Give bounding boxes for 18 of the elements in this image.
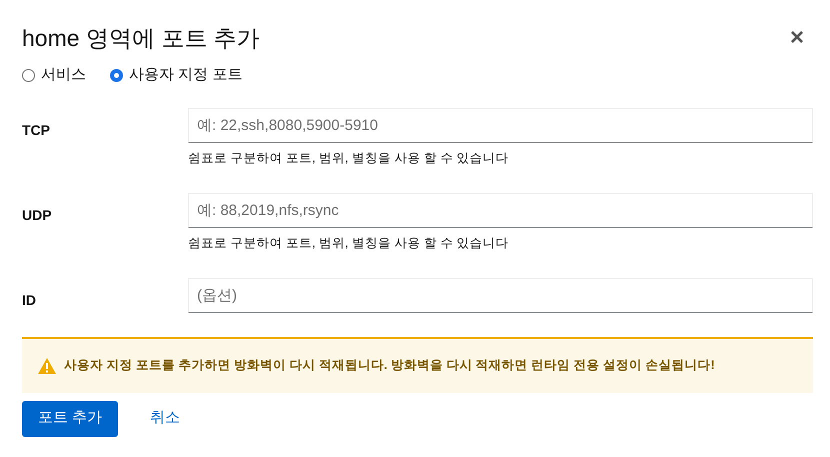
cancel-link[interactable]: 취소 xyxy=(134,400,196,436)
field-label: TCP xyxy=(22,120,51,140)
radio-label: 사용자 지정 포트 xyxy=(129,65,242,85)
dialog-title: home 영역에 포트 추가 xyxy=(22,24,260,53)
warning-text: 사용자 지정 포트를 추가하면 방화벽이 다시 적재됩니다. 방화벽을 다시 적재하면 런타임 전용 설정이 손실됩니다! xyxy=(64,357,715,374)
help-text: 쉼표로 구분하여 포트, 범위, 별칭을 사용 할 수 있습니다 xyxy=(188,234,510,252)
add-port-button[interactable]: 포트 추가 xyxy=(22,400,118,436)
input-field[interactable]: 예: 22,ssh,8080,5900-5910 xyxy=(188,108,813,142)
field-label: UDP xyxy=(22,206,53,224)
field-label: ID xyxy=(22,290,37,310)
radio-button[interactable] xyxy=(22,68,35,82)
radio-button[interactable] xyxy=(110,68,123,82)
input-field[interactable]: (옵션) xyxy=(188,278,813,312)
close-button[interactable]: × xyxy=(790,26,804,50)
input-field[interactable]: 예: 88,2019,nfs,rsync xyxy=(188,192,813,228)
warning-icon xyxy=(38,358,56,374)
help-text: 쉼표로 구분하여 포트, 범위, 별칭을 사용 할 수 있습니다 xyxy=(188,150,510,166)
radio-label: 서비스 xyxy=(41,65,86,85)
